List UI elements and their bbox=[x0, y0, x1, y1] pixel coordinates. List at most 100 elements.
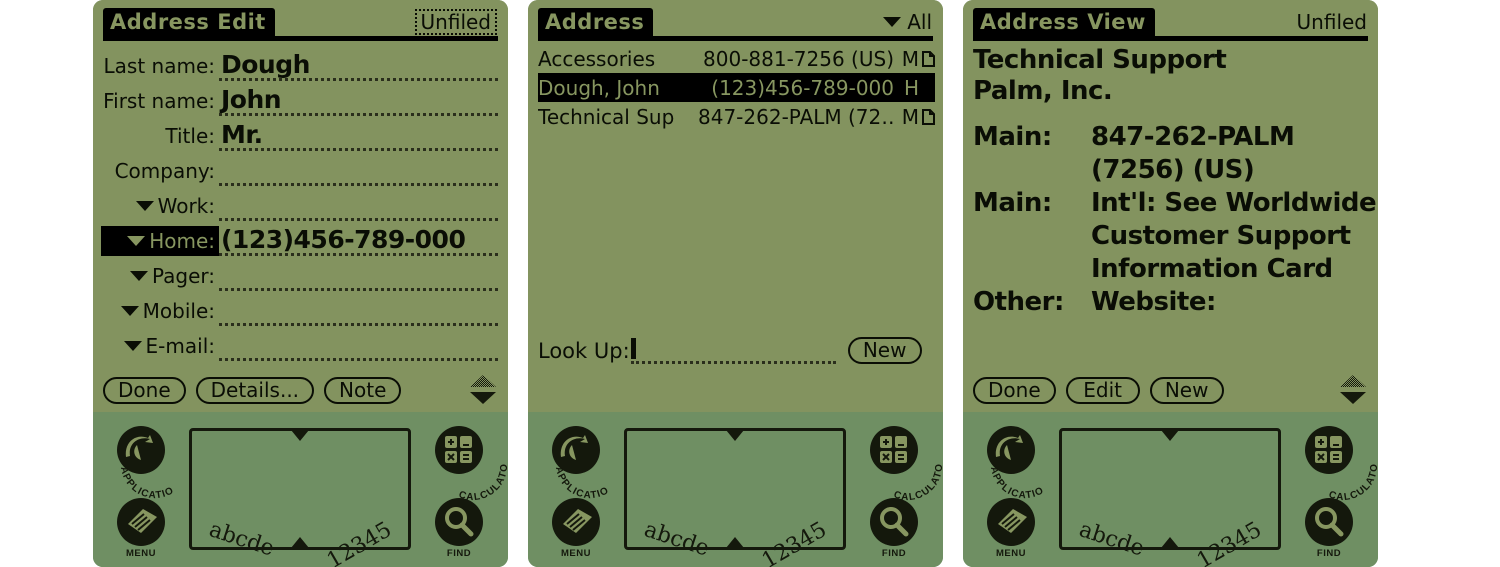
calculator-button[interactable]: CALCULATOR bbox=[1301, 426, 1378, 502]
view-row-main-1: Main: 847-262-PALM (7256) (US) bbox=[973, 121, 1368, 187]
graffiti-letters-hint: abcde bbox=[206, 517, 278, 562]
svg-text:CALCULATOR: CALCULATOR bbox=[435, 426, 508, 502]
titlebar-1: Address Edit Unfiled bbox=[103, 8, 498, 42]
address-edit-form: Last name: Dough First name: John Title:… bbox=[101, 46, 498, 361]
applications-button[interactable]: APPLICATIONS bbox=[548, 426, 610, 501]
graffiti-letters-hint: abcde bbox=[1076, 517, 1148, 562]
view-value-main-1[interactable]: 847-262-PALM (7256) (US) bbox=[1091, 121, 1368, 187]
new-button[interactable]: New bbox=[1149, 376, 1224, 404]
lcd-screen-3: Address View Unfiled Technical Support P… bbox=[963, 0, 1378, 412]
find-button[interactable]: FIND bbox=[431, 498, 487, 559]
field-value-work[interactable] bbox=[219, 191, 498, 221]
done-button[interactable]: Done bbox=[973, 376, 1056, 404]
menu-button[interactable]: MENU bbox=[113, 498, 169, 559]
view-value-other[interactable]: Website: bbox=[1091, 286, 1368, 319]
scroll-arrows-3[interactable] bbox=[1336, 373, 1370, 407]
category-selector-1[interactable]: Unfiled bbox=[414, 9, 497, 35]
category-selector-2[interactable]: All bbox=[883, 9, 932, 35]
field-label-title: Title: bbox=[165, 124, 215, 148]
table-row[interactable]: Dough, John (123)456-789-000 H bbox=[538, 73, 935, 102]
view-value-line: Website: bbox=[1091, 287, 1216, 317]
field-value-first-name[interactable]: John bbox=[219, 86, 498, 116]
find-button[interactable]: FIND bbox=[1301, 498, 1357, 559]
field-value-home[interactable]: (123)456-789-000 bbox=[219, 226, 498, 256]
field-value-last-name[interactable]: Dough bbox=[219, 51, 498, 81]
title-rule-1 bbox=[103, 36, 498, 41]
details-button[interactable]: Details... bbox=[195, 376, 315, 404]
row-phone: 847-262-PALM (72… bbox=[698, 104, 894, 129]
graffiti-numbers-hint: 12345 bbox=[757, 517, 831, 567]
field-label-mobile-text: Mobile: bbox=[142, 299, 215, 323]
svg-text:CALCULATOR: CALCULATOR bbox=[1305, 426, 1378, 502]
scroll-arrows-1[interactable] bbox=[466, 373, 500, 407]
field-value-pager[interactable] bbox=[219, 261, 498, 291]
category-label-1: Unfiled bbox=[420, 10, 491, 34]
silkscreen-area-3: abcde 12345 APPLICATIONS bbox=[963, 412, 1378, 567]
graffiti-writing-area-3[interactable]: abcde 12345 bbox=[1059, 428, 1281, 567]
find-label: FIND bbox=[1316, 548, 1342, 559]
chevron-down-icon bbox=[135, 201, 154, 211]
graffiti-letters-hint: abcde bbox=[641, 517, 713, 562]
applications-button[interactable]: APPLICATIONS bbox=[983, 426, 1045, 501]
find-glyph bbox=[880, 507, 909, 537]
calculator-button[interactable]: CALCULATOR bbox=[431, 426, 508, 502]
field-label-work[interactable]: Work: bbox=[101, 191, 219, 221]
note-icon[interactable] bbox=[922, 50, 935, 67]
page-title-3: Address View bbox=[973, 8, 1155, 36]
graffiti-bottom-marker bbox=[726, 537, 744, 548]
field-label-email[interactable]: E-mail: bbox=[101, 331, 219, 361]
menu-glyph bbox=[128, 509, 157, 533]
field-value-mobile[interactable] bbox=[219, 296, 498, 326]
field-value-company[interactable] bbox=[219, 156, 498, 186]
table-row[interactable]: Accessories 800-881-7256 (US) M bbox=[538, 44, 935, 73]
field-value-email[interactable] bbox=[219, 331, 498, 361]
lookup-input[interactable] bbox=[630, 337, 836, 364]
field-label-company: Company: bbox=[114, 159, 215, 183]
applications-label: APPLICATIONS bbox=[987, 426, 1046, 501]
calculator-label: CALCULATOR bbox=[1305, 426, 1378, 502]
note-button[interactable]: Note bbox=[324, 376, 402, 404]
graffiti-writing-area-2[interactable]: abcde 12345 bbox=[624, 428, 846, 567]
category-label-3-wrap: Unfiled bbox=[1297, 9, 1367, 35]
table-row[interactable]: Technical Sup 847-262-PALM (72… M bbox=[538, 102, 935, 131]
silkscreen-area-1: abcde 12345 APPLICATIONS bbox=[93, 412, 508, 567]
field-label-pager[interactable]: Pager: bbox=[101, 261, 219, 291]
edit-button[interactable]: Edit bbox=[1065, 376, 1140, 404]
svg-text:CALCULATOR: CALCULATOR bbox=[870, 426, 943, 502]
field-value-title[interactable]: Mr. bbox=[219, 121, 498, 151]
find-glyph bbox=[445, 507, 474, 537]
button-bar-3: Done Edit New bbox=[973, 374, 1370, 406]
lcd-screen-1: Address Edit Unfiled Last name: Dough Fi… bbox=[93, 0, 508, 412]
find-label: FIND bbox=[446, 548, 472, 559]
menu-button[interactable]: MENU bbox=[983, 498, 1039, 559]
button-bar-1: Done Details... Note bbox=[103, 374, 500, 406]
field-row-email: E-mail: bbox=[101, 326, 498, 361]
address-view-body: Technical Support Palm, Inc. Main: 847-2… bbox=[973, 45, 1377, 319]
note-icon[interactable] bbox=[922, 108, 935, 125]
field-label-pager-text: Pager: bbox=[151, 264, 215, 288]
graffiti-bottom-marker bbox=[1161, 537, 1179, 548]
view-value-main-2[interactable]: Int'l: See Worldwide Customer Support In… bbox=[1091, 187, 1377, 286]
chevron-down-icon bbox=[883, 17, 902, 27]
chevron-down-icon bbox=[129, 271, 148, 281]
row-phone: 800-881-7256 (US) bbox=[703, 46, 894, 71]
graffiti-numbers-hint: 12345 bbox=[1192, 517, 1266, 567]
calculator-button[interactable]: CALCULATOR bbox=[866, 426, 943, 502]
palm-device-address-edit: Address Edit Unfiled Last name: Dough Fi… bbox=[93, 0, 508, 567]
field-label-mobile[interactable]: Mobile: bbox=[101, 296, 219, 326]
field-label-work-text: Work: bbox=[157, 194, 215, 218]
palm-device-address-view: Address View Unfiled Technical Support P… bbox=[963, 0, 1378, 567]
svg-text:APPLICATIONS: APPLICATIONS bbox=[987, 426, 1046, 501]
graffiti-writing-area-1[interactable]: abcde 12345 bbox=[189, 428, 411, 567]
text-caret bbox=[630, 338, 636, 359]
field-label-home[interactable]: Home: bbox=[101, 226, 219, 256]
applications-button[interactable]: APPLICATIONS bbox=[113, 426, 175, 501]
menu-button[interactable]: MENU bbox=[548, 498, 604, 559]
row-phone-type: H bbox=[903, 75, 919, 100]
done-button[interactable]: Done bbox=[103, 376, 186, 404]
contact-company: Palm, Inc. bbox=[973, 76, 1113, 106]
graffiti-top-marker bbox=[726, 430, 744, 441]
find-button[interactable]: FIND bbox=[866, 498, 922, 559]
new-button[interactable]: New bbox=[847, 337, 922, 364]
